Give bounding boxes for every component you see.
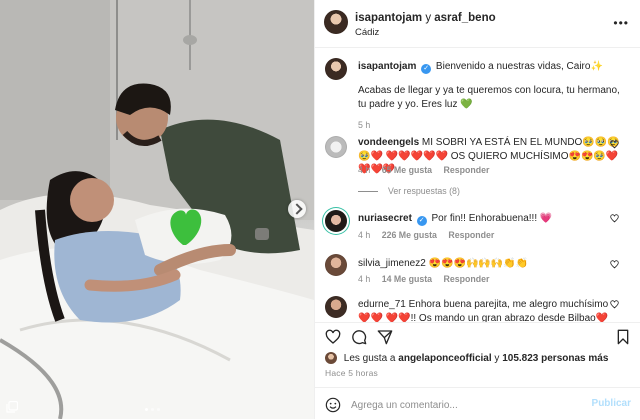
post-authors: isapantojam y asraf_beno xyxy=(355,12,496,24)
comment-meta: 4 h 226 Me gusta Responder xyxy=(358,230,503,240)
carousel-dot xyxy=(145,408,148,411)
carousel-icon xyxy=(6,401,18,413)
reply-button[interactable]: Responder xyxy=(444,274,490,284)
view-replies-link[interactable]: Ver respuestas (8) xyxy=(358,186,460,196)
comment-text: nuriasecret ✓ Por fin!! Enhorabuena!!! 💗 xyxy=(358,212,620,226)
comment-body: 😍😍😍🙌🙌🙌👏👏 xyxy=(428,258,529,269)
comment-text: silvia_jimenez2 😍😍😍🙌🙌🙌👏👏 xyxy=(358,257,620,271)
post-timestamp: Hace 5 horas xyxy=(325,368,378,378)
carousel-dot xyxy=(157,408,160,411)
comment-time: 4 h xyxy=(358,230,371,240)
reply-button[interactable]: Responder xyxy=(448,230,494,240)
like-comment-heart-icon[interactable] xyxy=(610,140,619,149)
comment-icon[interactable] xyxy=(351,329,367,345)
post-photo[interactable] xyxy=(0,0,314,419)
like-comment-heart-icon[interactable] xyxy=(610,260,619,269)
author-username[interactable]: isapantojam xyxy=(355,12,422,24)
avatar[interactable] xyxy=(324,10,348,34)
caption-text: isapantojam ✓ Bienvenido a nuestras vida… xyxy=(358,60,620,111)
avatar[interactable] xyxy=(325,296,347,318)
comment-time: 4 h xyxy=(358,165,371,175)
likes-user[interactable]: angelaponceofficial xyxy=(398,353,491,364)
reply-button[interactable]: Responder xyxy=(444,165,490,175)
emoji-icon[interactable] xyxy=(325,397,341,413)
post-panel: isapantojam y asraf_beno Cádiz ••• isapa… xyxy=(314,0,640,419)
avatar[interactable] xyxy=(325,136,347,158)
like-heart-icon[interactable] xyxy=(325,329,341,345)
authors-joiner: y xyxy=(425,12,432,24)
action-bar xyxy=(315,322,640,349)
comment-body: Por fin!! Enhorabuena!!! 💗 xyxy=(431,213,553,224)
avatar xyxy=(325,352,337,364)
bookmark-icon[interactable] xyxy=(615,329,631,345)
carousel-dots xyxy=(145,408,160,411)
comment-meta: 4 h 65 Me gusta Responder xyxy=(358,165,498,175)
comments-list[interactable]: isapantojam ✓ Bienvenido a nuestras vida… xyxy=(315,48,640,322)
coauthor-username[interactable]: asraf_beno xyxy=(434,12,495,24)
publish-button[interactable]: Publicar xyxy=(592,398,631,409)
comment-username[interactable]: vondeengels xyxy=(358,137,419,148)
instagram-post: isapantojam y asraf_beno Cádiz ••• isapa… xyxy=(0,0,640,419)
comment-text: edurne_71 Enhora buena parejita, me aleg… xyxy=(358,298,620,322)
likes-summary: Les gusta a angelaponceofficial y 105.82… xyxy=(325,352,608,364)
caption-time: 5 h xyxy=(358,120,371,130)
comment-likes[interactable]: 14 Me gusta xyxy=(382,274,432,284)
add-comment-bar: Publicar xyxy=(315,387,640,420)
verified-badge-icon: ✓ xyxy=(421,64,432,74)
next-photo-button[interactable] xyxy=(288,200,306,218)
location-link[interactable]: Cádiz xyxy=(355,27,379,38)
comment-input[interactable] xyxy=(349,396,573,414)
likes-middle: y xyxy=(494,353,500,364)
caption-meta: 5 h xyxy=(358,120,379,130)
comment-meta: 4 h 14 Me gusta Responder xyxy=(358,274,498,284)
post-header: isapantojam y asraf_beno Cádiz ••• xyxy=(315,0,640,48)
comment-username[interactable]: silvia_jimenez2 xyxy=(358,258,426,269)
avatar[interactable] xyxy=(325,254,347,276)
comment-username[interactable]: nuriasecret xyxy=(358,213,412,224)
caption-line1: Bienvenido a nuestras vidas, Cairo✨ xyxy=(435,61,603,72)
hospital-photo xyxy=(0,0,314,419)
verified-badge-icon: ✓ xyxy=(416,216,427,226)
comment-likes[interactable]: 226 Me gusta xyxy=(382,230,437,240)
share-icon[interactable] xyxy=(377,329,393,345)
comment-username[interactable]: edurne_71 xyxy=(358,299,406,310)
avatar[interactable] xyxy=(325,210,347,232)
likes-prefix: Les gusta a xyxy=(343,353,396,364)
like-comment-heart-icon[interactable] xyxy=(610,300,619,309)
more-horizontal-icon[interactable]: ••• xyxy=(613,16,629,30)
like-comment-heart-icon[interactable] xyxy=(610,214,619,223)
carousel-dot xyxy=(151,408,154,411)
comment-likes[interactable]: 65 Me gusta xyxy=(382,165,432,175)
likes-count[interactable]: 105.823 personas más xyxy=(502,353,608,364)
caption-line2: Acabas de llegar y ya te queremos con lo… xyxy=(358,85,620,110)
caption-username[interactable]: isapantojam xyxy=(358,61,416,72)
comment-time: 4 h xyxy=(358,274,371,284)
avatar[interactable] xyxy=(325,58,347,80)
